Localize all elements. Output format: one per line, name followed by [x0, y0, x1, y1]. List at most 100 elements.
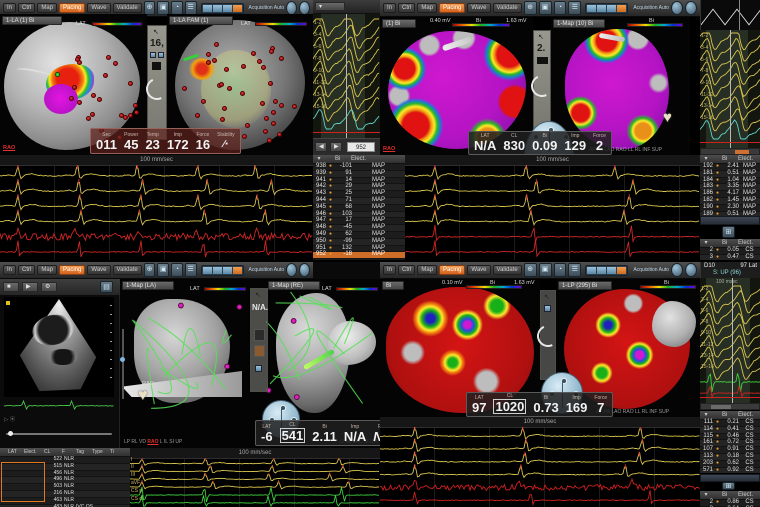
toolbar-round-button[interactable] — [299, 263, 310, 277]
ablation-point-dot[interactable] — [245, 123, 250, 128]
ablation-point-dot[interactable] — [106, 55, 111, 60]
table-row[interactable]: 945●68MAP — [313, 205, 405, 212]
us-tool-button[interactable]: ▶ — [22, 282, 38, 292]
table-row[interactable]: 941●14MAP — [313, 178, 405, 185]
us-tool-button[interactable]: ⚙ — [41, 282, 57, 292]
ablation-point-dot[interactable] — [261, 65, 266, 70]
expand-list-button[interactable]: ⊞ — [722, 226, 735, 238]
expand-list-button[interactable]: ⊞ — [722, 482, 735, 490]
toolbar-tab[interactable]: Ctrl — [18, 265, 35, 275]
toolbar-tab[interactable]: Map — [37, 265, 57, 275]
points-list-right-top[interactable]: ▾BiElect.192●2.41MAP181●0.51MAP184●1.04M… — [700, 155, 760, 216]
ablation-point-dot[interactable] — [227, 86, 232, 91]
toolbar-icon-button[interactable]: ◔ — [171, 263, 183, 277]
points-list-right-bottom-2[interactable]: ▾BiElect.2●0.86CS3●0.64CS — [700, 491, 760, 507]
prev-point-button[interactable]: ◀ — [315, 142, 327, 152]
table-row[interactable]: 943●25MAP — [313, 191, 405, 198]
pointer-icon[interactable]: ↖ — [538, 33, 544, 41]
toolbar-tab-active[interactable]: Pacing — [59, 3, 85, 13]
orientation-label[interactable]: RAO — [3, 145, 15, 151]
us-cine-slider[interactable] — [6, 433, 112, 435]
ablation-point-dot[interactable] — [251, 51, 256, 56]
toolbar-icon-button[interactable]: ☰ — [568, 263, 581, 277]
toolbar-tab[interactable]: Validate — [113, 3, 142, 13]
toolbar-tab[interactable]: In — [3, 3, 16, 13]
ablation-point-dot[interactable] — [195, 113, 200, 118]
toolbar-icon-button[interactable]: ⊕ — [524, 263, 537, 277]
toolbar-tab-active[interactable]: Pacing — [439, 265, 465, 275]
toolbar-tab[interactable]: Ctrl — [398, 3, 415, 13]
toolbar-tab[interactable]: In — [383, 3, 396, 13]
us-play-icon[interactable]: ▷ ⦿ — [4, 415, 15, 423]
point-review-right-top[interactable]: 1-23-45-67-89-1011-1213-1415-16 — [700, 30, 760, 148]
table-row[interactable]: 571●0.92CS — [700, 468, 760, 473]
heart-orientation-icon[interactable]: ♥ — [663, 109, 672, 126]
marker-dot[interactable] — [225, 364, 230, 369]
toolbar-icon-button[interactable]: ▣ — [157, 263, 169, 277]
tool-toggle-icon[interactable] — [158, 52, 164, 58]
ablation-point-dot[interactable] — [219, 82, 224, 87]
ablation-point-dot[interactable] — [91, 93, 96, 98]
ablation-point-dot[interactable] — [271, 121, 276, 126]
ablation-point-dot[interactable] — [222, 106, 227, 111]
toolbar-tab[interactable]: Validate — [493, 3, 522, 13]
toolbar-round-button[interactable] — [286, 263, 297, 277]
table-row[interactable]: 950●-99MAP — [313, 239, 405, 246]
ablation-point-dot[interactable] — [242, 134, 247, 139]
ablation-point-dot[interactable] — [224, 67, 229, 72]
marker-dot[interactable] — [237, 305, 242, 310]
marker-dot[interactable] — [294, 395, 299, 400]
toolbar-tab[interactable]: Wave — [467, 265, 490, 275]
toolbar-icon-button[interactable]: ▣ — [539, 1, 552, 15]
zoom-slider[interactable] — [122, 329, 124, 399]
ablation-point-dot[interactable] — [90, 112, 95, 117]
toolbar-tab[interactable]: Validate — [113, 265, 142, 275]
pointer-icon[interactable]: ↖ — [255, 291, 261, 299]
tool-toggle-icon[interactable] — [544, 305, 551, 312]
table-row[interactable]: 942●29MAP — [313, 184, 405, 191]
ablation-point-dot[interactable] — [279, 103, 284, 108]
ablation-point-dot[interactable] — [292, 104, 297, 109]
toolbar-icon-button[interactable]: ☰ — [568, 1, 581, 15]
toolbar-tab[interactable]: Map — [417, 265, 437, 275]
toolbar-icon-button[interactable]: ◔ — [554, 1, 567, 15]
toolbar-tab[interactable]: Wave — [467, 3, 490, 13]
table-row[interactable]: 939●91MAP — [313, 171, 405, 178]
marker-dot[interactable] — [291, 318, 296, 323]
next-point-button[interactable]: ▶ — [330, 142, 342, 152]
table-row[interactable]: 944●71MAP — [313, 198, 405, 205]
toolbar-icon-button[interactable]: ◔ — [554, 263, 567, 277]
ablation-point-dot[interactable] — [271, 110, 276, 115]
ablation-point-dot[interactable] — [257, 59, 262, 64]
ablation-point-dot[interactable] — [69, 96, 74, 101]
ablation-point-dot[interactable] — [77, 100, 82, 105]
toolbar-round-button[interactable] — [671, 263, 683, 277]
toolbar-tab[interactable]: Map — [417, 3, 437, 13]
ablation-point-dot[interactable] — [201, 99, 206, 104]
review-scrollbar[interactable] — [700, 148, 760, 155]
realtime-signals-top-left[interactable]: 100 mm/sec — [0, 155, 313, 260]
toolbar-tab[interactable]: In — [383, 265, 396, 275]
ablation-point-dot[interactable] — [72, 85, 77, 90]
map2-selector[interactable]: 1-Map (RE) — [268, 281, 320, 290]
ablation-point-dot[interactable] — [264, 116, 269, 121]
table-row[interactable]: 946●103MAP — [313, 212, 405, 219]
table-row[interactable]: 949●62MAP — [313, 232, 405, 239]
toolbar-round-button[interactable] — [299, 1, 310, 15]
toolbar-icon-button[interactable]: ☰ — [185, 263, 197, 277]
point-review-mid[interactable]: 1-23-45-67-89-1011-1213-1415-16 — [313, 14, 380, 138]
point-number-box[interactable]: 952 — [347, 142, 375, 152]
ablation-point-dot[interactable] — [279, 56, 284, 61]
toolbar-tab[interactable]: Validate — [493, 265, 522, 275]
toolbar-tab-active[interactable]: Pacing — [439, 3, 465, 13]
caliper-cursor[interactable] — [730, 30, 731, 148]
toolbar-tab-active[interactable]: Pacing — [59, 265, 85, 275]
ablation-point-dot[interactable] — [103, 73, 108, 78]
review-scrollbar[interactable] — [700, 403, 760, 410]
map2-selector[interactable]: 1-LP (295) Bi — [558, 281, 612, 290]
tool-toggle-icon[interactable] — [255, 365, 262, 372]
realtime-signals-top-right[interactable]: 100 mm/sec — [405, 155, 700, 260]
ablation-point-dot[interactable] — [212, 58, 217, 63]
toolbar-icon-button[interactable]: ⊕ — [524, 1, 537, 15]
toolbar-round-button[interactable] — [286, 1, 297, 15]
